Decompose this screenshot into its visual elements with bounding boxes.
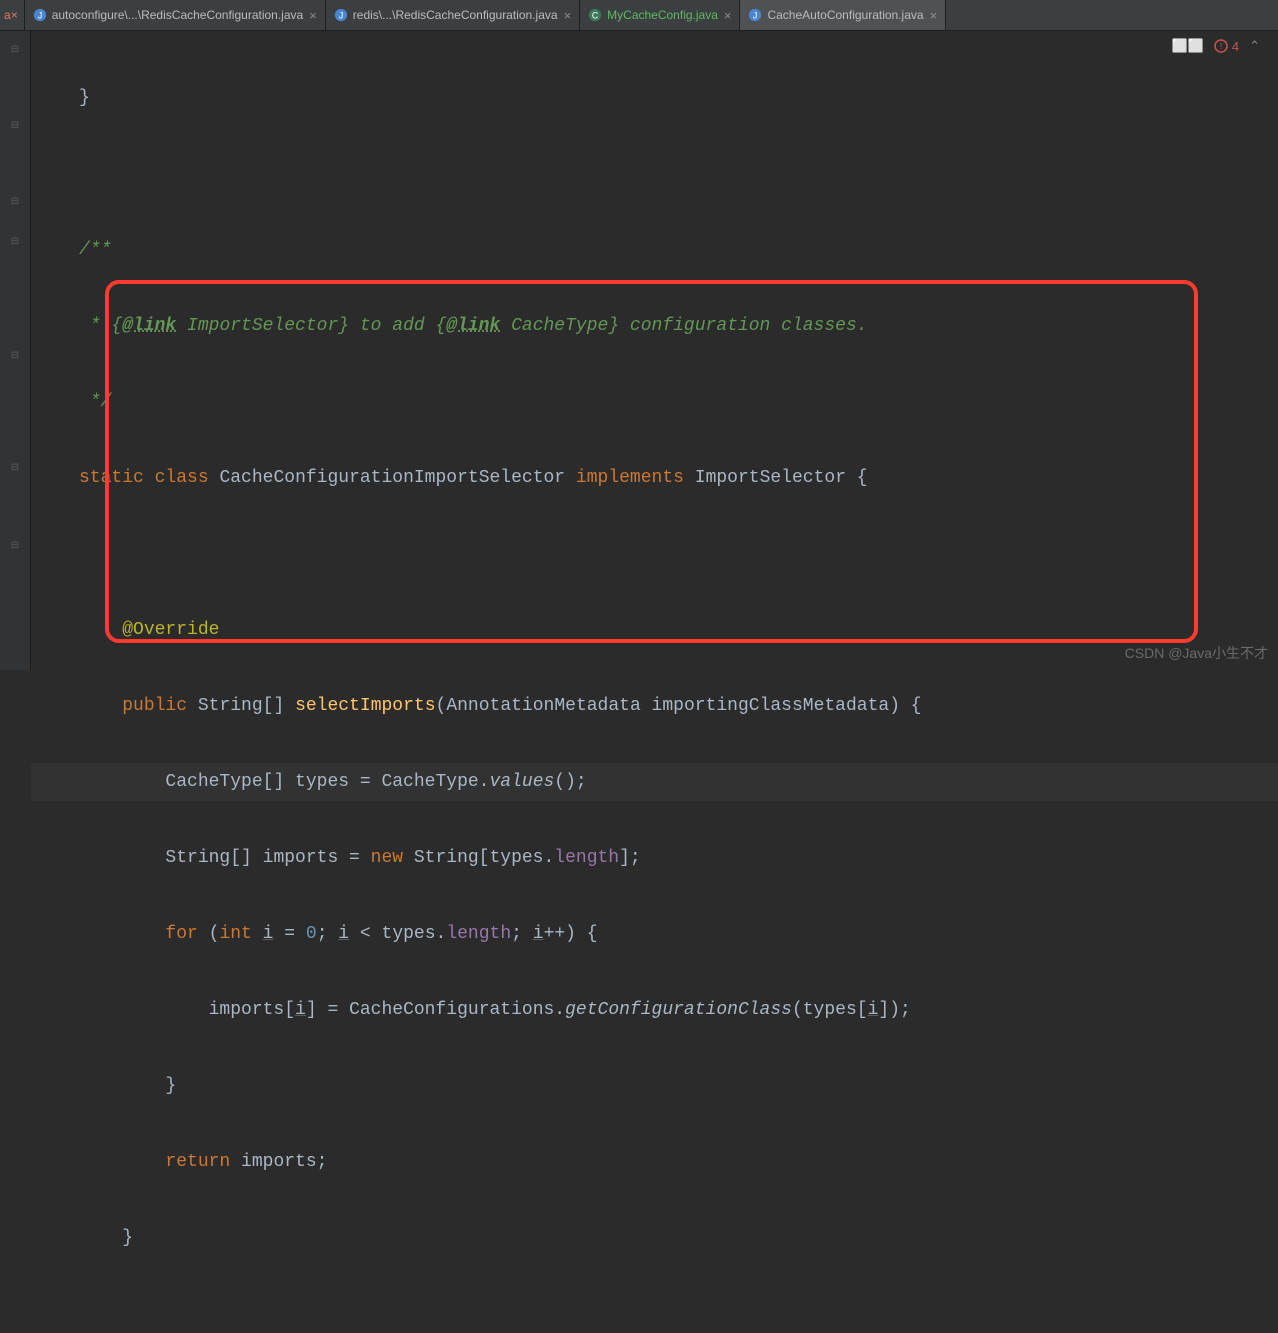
close-icon[interactable]: ×: [564, 8, 572, 23]
gutter[interactable]: ⊟ ⊟ ⊟ ⊟ ⊟ ⊟ ⊟: [0, 31, 31, 670]
svg-text:J: J: [339, 11, 343, 21]
reader-mode-icon[interactable]: ⬜⬜: [1171, 38, 1203, 54]
svg-text:!: !: [1220, 41, 1223, 51]
fold-icon[interactable]: ⊟: [10, 237, 20, 247]
tab-bar: a × J autoconfigure\...\RedisCacheConfig…: [0, 0, 1278, 31]
fold-icon[interactable]: ⊟: [10, 541, 20, 551]
tab-label: autoconfigure\...\RedisCacheConfiguratio…: [52, 8, 303, 22]
stmt: String[] imports = new String[types.leng…: [165, 848, 640, 868]
java-file-icon: J: [748, 8, 762, 22]
javadoc-line: * {@link ImportSelector} to add {@link C…: [79, 316, 868, 336]
fold-icon[interactable]: ⊟: [10, 197, 20, 207]
tab-label: CacheAutoConfiguration.java: [767, 8, 923, 22]
brace: }: [122, 1228, 133, 1248]
java-class-icon: C: [588, 8, 602, 22]
svg-text:J: J: [38, 11, 42, 21]
code-text: }: [79, 88, 90, 108]
fold-icon[interactable]: ⊟: [10, 463, 20, 473]
close-icon[interactable]: ×: [724, 8, 732, 23]
class-decl: static class CacheConfigurationImportSel…: [79, 468, 868, 488]
stmt: imports[i] = CacheConfigurations.getConf…: [209, 1000, 911, 1020]
tab-label: MyCacheConfig.java: [607, 8, 718, 22]
svg-text:C: C: [592, 11, 598, 21]
javadoc-start: /**: [79, 240, 111, 260]
tab-partial-close[interactable]: a ×: [0, 0, 25, 30]
code-editor[interactable]: } /** * {@link ImportSelector} to add {@…: [31, 31, 1278, 670]
tab-3[interactable]: J CacheAutoConfiguration.java ×: [740, 0, 946, 30]
error-count[interactable]: ! 4: [1214, 39, 1239, 54]
watermark: CSDN @Java小生不才: [1125, 643, 1268, 663]
close-icon[interactable]: ×: [930, 8, 938, 23]
return-stmt: return imports;: [165, 1152, 327, 1172]
chevron-up-icon[interactable]: ⌃: [1249, 38, 1260, 54]
editor-area: ⊟ ⊟ ⊟ ⊟ ⊟ ⊟ ⊟ } /** * {@link ImportSelec…: [0, 31, 1278, 670]
tab-2[interactable]: C MyCacheConfig.java ×: [580, 0, 740, 30]
svg-text:J: J: [753, 11, 757, 21]
tab-label: redis\...\RedisCacheConfiguration.java: [353, 8, 558, 22]
brace: }: [165, 1076, 176, 1096]
tab-1[interactable]: J redis\...\RedisCacheConfiguration.java…: [326, 0, 580, 30]
java-file-icon: J: [334, 8, 348, 22]
javadoc-end: */: [79, 392, 111, 412]
fold-icon[interactable]: ⊟: [10, 121, 20, 131]
fold-icon[interactable]: ⊟: [10, 45, 20, 55]
java-file-icon: J: [33, 8, 47, 22]
close-icon[interactable]: ×: [309, 8, 317, 23]
fold-icon[interactable]: ⊟: [10, 351, 20, 361]
stmt: CacheType[] types = CacheType.values();: [165, 772, 586, 792]
annotation: @Override: [122, 620, 219, 640]
status-indicators: ⬜⬜ ! 4 ⌃: [1171, 38, 1260, 54]
method-decl: public String[] selectImports(Annotation…: [122, 696, 921, 716]
for-stmt: for (int i = 0; i < types.length; i++) {: [165, 924, 597, 944]
tab-0[interactable]: J autoconfigure\...\RedisCacheConfigurat…: [25, 0, 326, 30]
